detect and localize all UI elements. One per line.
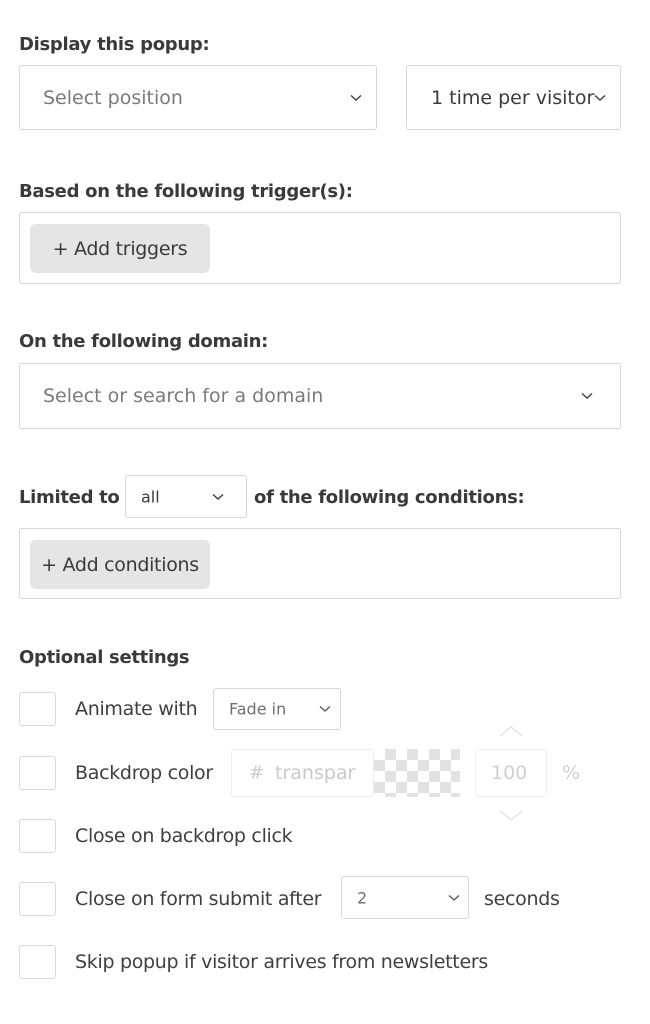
triggers-box: + Add triggers [19, 212, 621, 284]
opacity-input[interactable]: 100 [475, 749, 547, 797]
chevron-down-icon [212, 493, 224, 501]
animation-select-value: Fade in [229, 699, 287, 719]
skip-newsletter-label: Skip popup if visitor arrives from newsl… [75, 951, 488, 973]
animate-label: Animate with [75, 698, 198, 720]
close-delay-select[interactable]: 2 [341, 876, 469, 919]
animate-checkbox[interactable] [19, 692, 56, 726]
conditions-box: + Add conditions [19, 528, 621, 599]
position-select[interactable]: Select position [19, 65, 377, 130]
close-backdrop-checkbox[interactable] [19, 819, 56, 853]
animation-select[interactable]: Fade in [213, 688, 341, 730]
backdrop-checkbox[interactable] [19, 756, 56, 790]
chevron-down-icon [448, 894, 460, 902]
close-backdrop-label: Close on backdrop click [75, 825, 293, 847]
close-delay-value: 2 [357, 888, 368, 907]
condition-match-select[interactable]: all [125, 475, 247, 518]
backdrop-color-input[interactable]: # transpar [231, 749, 374, 797]
add-conditions-button[interactable]: + Add conditions [30, 540, 210, 589]
add-triggers-button[interactable]: + Add triggers [30, 224, 210, 273]
frequency-select-value: 1 time per visitor [431, 86, 595, 109]
chevron-down-icon [594, 94, 606, 102]
close-submit-label: Close on form submit after [75, 888, 322, 910]
position-select-placeholder: Select position [43, 86, 183, 109]
backdrop-label: Backdrop color [75, 762, 213, 784]
optional-settings-heading: Optional settings [19, 647, 190, 668]
chevron-down-icon [319, 705, 331, 713]
seconds-label: seconds [484, 888, 560, 910]
frequency-select[interactable]: 1 time per visitor [406, 65, 621, 130]
color-swatch-preview[interactable] [374, 749, 460, 797]
conditions-label: of the following conditions: [254, 487, 525, 508]
opacity-increment-icon[interactable] [499, 722, 523, 741]
opacity-value: 100 [491, 762, 528, 784]
opacity-unit: % [562, 762, 581, 784]
domain-select-placeholder: Select or search for a domain [43, 385, 324, 407]
domain-select[interactable]: Select or search for a domain [19, 363, 621, 429]
limited-to-label: Limited to [19, 487, 120, 508]
condition-match-value: all [141, 487, 160, 506]
chevron-down-icon [581, 392, 593, 400]
backdrop-color-value: transpar [275, 762, 356, 784]
display-popup-label: Display this popup: [19, 34, 210, 55]
opacity-decrement-icon[interactable] [499, 807, 523, 826]
domain-label: On the following domain: [19, 331, 269, 352]
skip-newsletter-checkbox[interactable] [19, 945, 56, 979]
chevron-down-icon [350, 94, 362, 102]
triggers-label: Based on the following trigger(s): [19, 181, 353, 202]
hash-symbol: # [249, 762, 265, 784]
close-submit-checkbox[interactable] [19, 882, 56, 916]
